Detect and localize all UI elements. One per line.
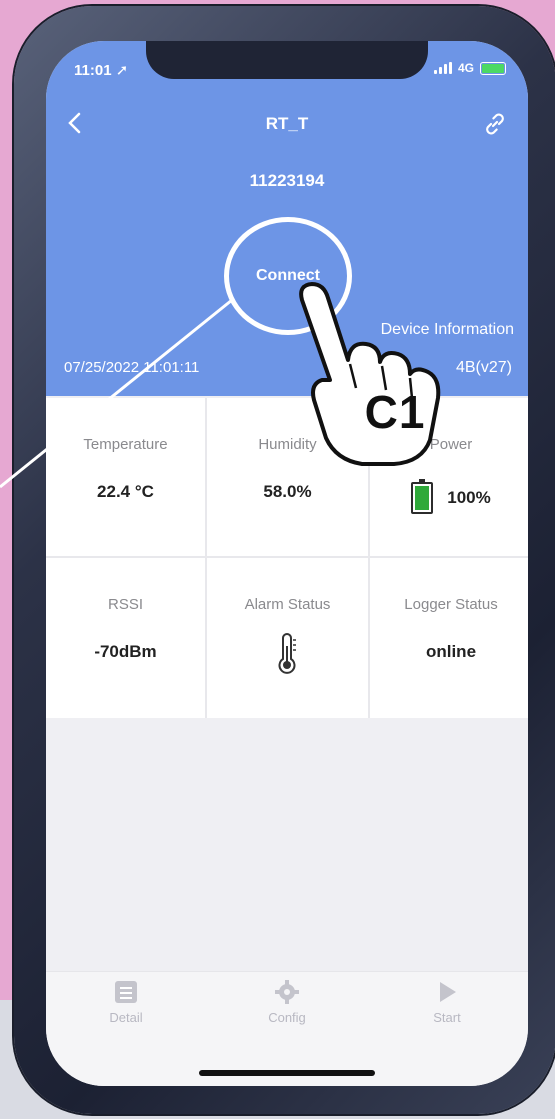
phone-notch — [146, 41, 428, 79]
temperature-cell: Temperature 22.4 °C — [46, 398, 205, 556]
location-arrow-icon: ➚ — [115, 62, 129, 79]
rssi-value: -70dBm — [94, 642, 157, 661]
logger-status-label: Logger Status — [404, 596, 498, 613]
play-icon — [440, 982, 456, 1002]
tab-config[interactable]: Config — [227, 978, 347, 1025]
humidity-value: 58.0% — [263, 482, 312, 501]
battery-status-icon — [480, 61, 506, 75]
tap-hand-icon — [299, 282, 441, 466]
tab-config-label: Config — [268, 1010, 306, 1025]
list-icon — [115, 981, 137, 1003]
device-id: 11223194 — [249, 171, 325, 190]
bottom-tab-bar: Detail Config Start — [46, 971, 528, 1086]
network-type: 4G — [457, 61, 474, 75]
status-indicators: 4G — [433, 61, 506, 75]
logger-status-cell: Logger Status online — [370, 558, 528, 718]
callout-label: C1 — [364, 386, 426, 438]
tab-detail[interactable]: Detail — [66, 978, 186, 1025]
phone-screen: 11:01 ➚ 4G RT_T 11223194 Connect Device … — [46, 41, 528, 1086]
gear-icon — [275, 980, 299, 1004]
firmware-version: 4B(v27) — [455, 359, 512, 376]
rssi-cell: RSSI -70dBm — [46, 558, 205, 718]
alarm-status-cell: Alarm Status — [207, 558, 368, 718]
page-title: RT_T — [265, 114, 309, 133]
home-indicator — [199, 1070, 375, 1076]
tab-start-label: Start — [433, 1010, 461, 1025]
status-time-text: 11:01 — [74, 62, 112, 79]
tab-start[interactable]: Start — [387, 978, 507, 1025]
power-value-row: 100% — [370, 479, 528, 514]
last-update-datetime: 07/25/2022 11:01:11 — [64, 359, 200, 376]
link-icon[interactable] — [482, 111, 508, 137]
rssi-label: RSSI — [107, 596, 143, 613]
tab-detail-label: Detail — [109, 1010, 143, 1025]
alarm-status-label: Alarm Status — [244, 596, 331, 613]
signal-icon — [433, 62, 452, 74]
logger-status-value: online — [425, 642, 477, 661]
status-time: 11:01 ➚ — [74, 61, 128, 79]
thermometer-icon — [278, 633, 296, 674]
temperature-label: Temperature — [83, 436, 168, 453]
temperature-value: 22.4 °C — [97, 482, 154, 501]
power-value: 100% — [447, 488, 491, 507]
battery-icon — [411, 479, 434, 514]
